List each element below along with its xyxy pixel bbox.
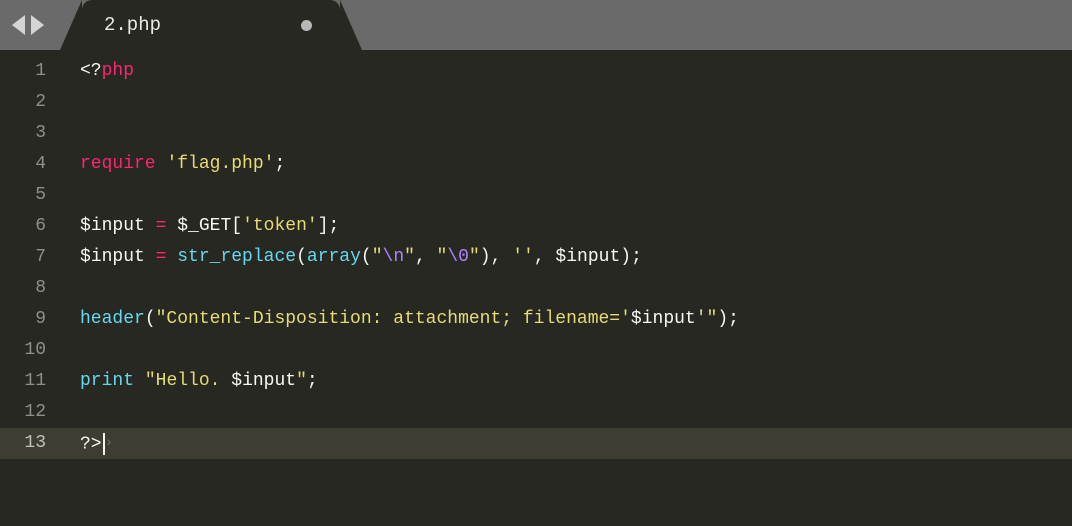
string-literal: "Content-Disposition: attachment; filena…: [156, 309, 631, 329]
escape-char: \0: [447, 247, 469, 267]
semicolon: ;: [329, 216, 340, 236]
caret-mark: ›: [105, 435, 113, 451]
comma: ,: [534, 247, 556, 267]
dollar: $: [231, 371, 242, 391]
operator: =: [145, 247, 177, 267]
string-literal: 'token': [242, 216, 318, 236]
line-number: 3: [0, 118, 46, 149]
line-number: 1: [0, 56, 46, 87]
editor: 1 2 3 4 5 6 7 8 9 10 11 12 13 <?php requ…: [0, 50, 1072, 526]
variable: input: [91, 247, 145, 267]
php-close-tag: ?>: [80, 434, 102, 454]
variable: input: [566, 247, 620, 267]
array-keyword: array: [307, 247, 361, 267]
php-open-tag: <?: [80, 61, 102, 81]
string-literal: '': [512, 247, 534, 267]
escape-char: \n: [383, 247, 405, 267]
line-number: 7: [0, 242, 46, 273]
tab-file[interactable]: 2.php: [82, 0, 340, 50]
function-call: header: [80, 309, 145, 329]
nav-back-icon[interactable]: [12, 15, 25, 35]
dollar: $: [177, 216, 188, 236]
code-line: [80, 118, 1072, 149]
variable: input: [642, 309, 696, 329]
code-line: [80, 335, 1072, 366]
string-literal: 'flag.php': [166, 154, 274, 174]
php-keyword: php: [102, 61, 134, 81]
quote: ": [296, 371, 307, 391]
paren: (: [296, 247, 307, 267]
nav-forward-icon[interactable]: [31, 15, 44, 35]
dollar: $: [80, 247, 91, 267]
code-area[interactable]: <?php require 'flag.php'; $input = $_GET…: [62, 50, 1072, 526]
operator: =: [145, 216, 177, 236]
topbar: 2.php: [0, 0, 1072, 50]
code-line: [80, 180, 1072, 211]
comma: ,: [491, 247, 513, 267]
bracket: ]: [318, 216, 329, 236]
line-number: 11: [0, 366, 46, 397]
modified-dot-icon: [301, 20, 312, 31]
quote: ": [145, 371, 156, 391]
dollar: $: [80, 216, 91, 236]
code-line: require 'flag.php';: [80, 149, 1072, 180]
comma: ,: [415, 247, 437, 267]
line-number: 8: [0, 273, 46, 304]
quote: ": [372, 247, 383, 267]
string-literal: '": [696, 309, 718, 329]
nav-arrows: [0, 15, 56, 35]
line-number: 2: [0, 87, 46, 118]
dollar: $: [555, 247, 566, 267]
code-line: ?>›: [62, 428, 1072, 459]
function-call: str_replace: [177, 247, 296, 267]
variable: input: [242, 371, 296, 391]
tab-filename: 2.php: [104, 14, 161, 36]
paren: ): [717, 309, 728, 329]
bracket: [: [231, 216, 242, 236]
paren: ): [620, 247, 631, 267]
paren: ): [480, 247, 491, 267]
semicolon: ;: [728, 309, 739, 329]
variable: _GET: [188, 216, 231, 236]
code-line: $input = str_replace(array("\n", "\0"), …: [80, 242, 1072, 273]
quote: ": [404, 247, 415, 267]
variable: input: [91, 216, 145, 236]
line-number: 6: [0, 211, 46, 242]
line-number: 13: [0, 428, 62, 459]
gutter: 1 2 3 4 5 6 7 8 9 10 11 12 13: [0, 50, 62, 526]
code-line: <?php: [80, 56, 1072, 87]
line-number: 12: [0, 397, 46, 428]
semicolon: ;: [274, 154, 285, 174]
require-keyword: require: [80, 154, 156, 174]
paren: (: [145, 309, 156, 329]
code-line: [80, 397, 1072, 428]
code-line: [80, 273, 1072, 304]
semicolon: ;: [307, 371, 318, 391]
paren: (: [361, 247, 372, 267]
code-line: $input = $_GET['token'];: [80, 211, 1072, 242]
line-number: 5: [0, 180, 46, 211]
space: [134, 371, 145, 391]
code-line: header("Content-Disposition: attachment;…: [80, 304, 1072, 335]
space: [156, 154, 167, 174]
quote: ": [469, 247, 480, 267]
dollar: $: [631, 309, 642, 329]
print-keyword: print: [80, 371, 134, 391]
code-line: print "Hello. $input";: [80, 366, 1072, 397]
quote: ": [437, 247, 448, 267]
semicolon: ;: [631, 247, 642, 267]
line-number: 10: [0, 335, 46, 366]
code-line: [80, 87, 1072, 118]
line-number: 9: [0, 304, 46, 335]
line-number: 4: [0, 149, 46, 180]
string-literal: Hello.: [156, 371, 232, 391]
